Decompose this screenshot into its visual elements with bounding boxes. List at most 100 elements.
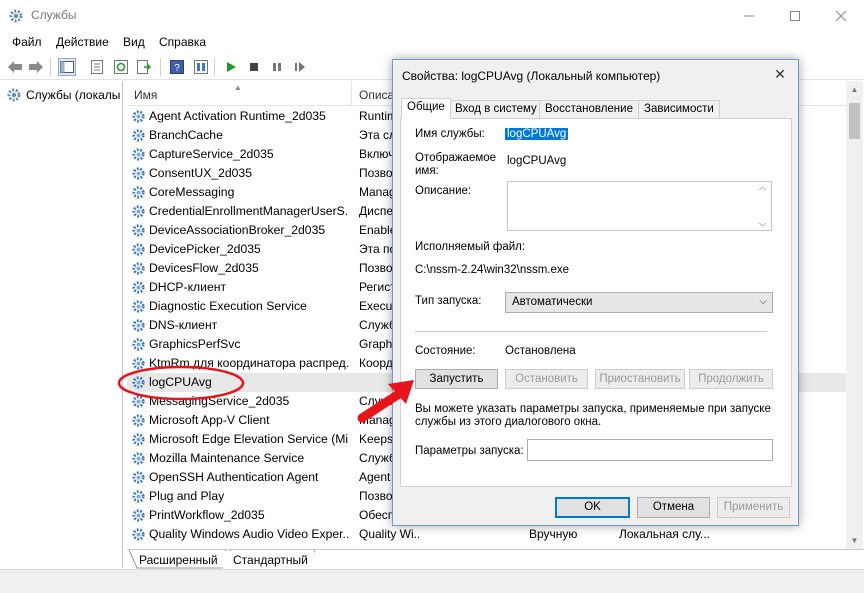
refresh-button[interactable]: [112, 58, 130, 76]
tab-general[interactable]: Общие: [401, 98, 451, 119]
service-name: DevicePicker_2d035: [149, 242, 261, 256]
toolbar-separator: [160, 58, 161, 76]
service-row[interactable]: Quality Windows Audio Video Exper... Qual…: [127, 525, 847, 544]
scroll-down-icon[interactable]: ▼: [846, 532, 863, 549]
service-name: Microsoft Edge Elevation Service (Mi...: [149, 432, 349, 446]
service-name: GraphicsPerfSvc: [149, 337, 241, 351]
service-properties-dialog: Свойства: logCPUAvg (Локальный компьютер…: [392, 59, 799, 526]
maximize-icon: [790, 10, 800, 21]
gear-icon: [131, 299, 146, 314]
gear-icon: [131, 489, 146, 504]
forward-button[interactable]: [27, 58, 45, 76]
gear-icon: [131, 470, 146, 485]
tab-logon[interactable]: Вход в систему: [449, 100, 543, 118]
gear-icon: [131, 109, 146, 124]
gear-icon: [131, 147, 146, 162]
service-name: logCPUAvg: [149, 375, 212, 389]
back-arrow-icon: [8, 61, 22, 73]
gear-icon: [131, 318, 146, 333]
service-name: CoreMessaging: [149, 185, 235, 199]
resume-button[interactable]: Продолжить: [689, 369, 773, 389]
display-name-value[interactable]: logCPUAvg: [507, 155, 566, 167]
scrollbar-thumb[interactable]: [849, 103, 860, 139]
menu-file[interactable]: Файл: [12, 35, 42, 49]
general-tab-panel: Имя службы: logCPUAvg Отображаемое имя: …: [400, 118, 792, 487]
dialog-title: Свойства: logCPUAvg (Локальный компьютер…: [402, 69, 661, 83]
executable-label: Исполняемый файл:: [415, 241, 526, 253]
list-vertical-scrollbar[interactable]: ▲ ▼: [846, 81, 863, 549]
description-label: Описание:: [415, 185, 472, 197]
service-name: KtmRm для координатора распред...: [149, 356, 349, 370]
scroll-up-icon[interactable]: ▲: [846, 81, 863, 98]
apply-button[interactable]: Применить: [717, 497, 790, 518]
stop-button[interactable]: Остановить: [505, 369, 588, 389]
pause-button[interactable]: Приостановить: [595, 369, 685, 389]
tree-item-label: Службы (локалы: [26, 88, 121, 102]
export-list-button[interactable]: [135, 58, 153, 76]
view-button[interactable]: [192, 58, 210, 76]
service-logon-as: Локальная слу...: [619, 527, 710, 541]
window-titlebar: Службы: [0, 0, 864, 31]
service-name: PrintWorkflow_2d035: [149, 508, 265, 522]
service-name: DevicesFlow_2d035: [149, 261, 259, 275]
gear-icon: [131, 242, 146, 257]
start-params-input[interactable]: [527, 439, 773, 461]
start-service-button[interactable]: [222, 58, 240, 76]
tab-standard[interactable]: Стандартный: [223, 551, 314, 569]
list-icon: [91, 60, 103, 74]
minimize-button[interactable]: [726, 0, 772, 31]
service-name: Mozilla Maintenance Service: [149, 451, 305, 465]
menu-view[interactable]: Вид: [123, 35, 145, 49]
divider: [415, 331, 767, 332]
show-hide-console-tree-button[interactable]: [58, 58, 76, 76]
tree-item-services-local[interactable]: Службы (локалы: [6, 87, 120, 103]
window-title: Службы: [31, 8, 77, 22]
menu-help[interactable]: Справка: [159, 35, 206, 49]
scroll-arrows-icon: [758, 186, 767, 227]
help-button[interactable]: ?: [168, 58, 186, 76]
ok-button[interactable]: OK: [555, 497, 630, 518]
description-scrollbar[interactable]: [754, 182, 771, 230]
gear-icon: [131, 451, 146, 466]
refresh-icon: [114, 60, 128, 74]
pause-service-button[interactable]: [268, 58, 286, 76]
gear-icon: [131, 413, 146, 428]
gear-icon: [7, 88, 21, 102]
minimize-icon: [744, 15, 754, 16]
description-textarea[interactable]: [507, 181, 772, 231]
properties-list-button[interactable]: [88, 58, 106, 76]
service-name: DeviceAssociationBroker_2d035: [149, 223, 326, 237]
start-button[interactable]: Запустить: [415, 369, 498, 389]
stop-service-button[interactable]: [245, 58, 263, 76]
cancel-button[interactable]: Отмена: [637, 497, 710, 518]
close-button[interactable]: [818, 0, 864, 31]
close-icon: [836, 10, 846, 21]
maximize-button[interactable]: [772, 0, 818, 31]
startup-type-select[interactable]: Автоматически ⌵: [505, 292, 773, 313]
service-name: CaptureService_2d035: [149, 147, 274, 161]
play-icon: [227, 62, 236, 72]
grid-view-icon: [194, 60, 208, 74]
restart-service-button[interactable]: [291, 58, 309, 76]
gear-icon: [131, 185, 146, 200]
service-name: ConsentUX_2d035: [149, 166, 252, 180]
chevron-down-icon: ⌵: [759, 296, 767, 307]
tab-extended[interactable]: Расширенный: [129, 551, 224, 569]
toolbar-separator: [50, 58, 51, 76]
pause-icon: [273, 63, 281, 71]
menu-bar: Файл Действие Вид Справка: [0, 31, 864, 53]
view-tabs: Расширенный Стандартный: [127, 549, 864, 569]
executable-path: C:\nssm-2.24\win32\nssm.exe: [415, 264, 570, 276]
service-name-label: Имя службы:: [415, 128, 485, 140]
menu-action[interactable]: Действие: [56, 35, 109, 49]
tab-recovery[interactable]: Восстановление: [539, 100, 639, 118]
service-name: DHCP-клиент: [149, 280, 227, 294]
toolbar-separator: [214, 58, 215, 76]
sort-ascending-icon: ▲: [234, 83, 242, 92]
service-description: Quality Wi...: [359, 527, 419, 541]
back-button[interactable]: [6, 58, 24, 76]
tab-dependencies[interactable]: Зависимости: [638, 100, 720, 118]
gear-icon: [131, 166, 146, 181]
service-name-value[interactable]: logCPUAvg: [505, 128, 569, 140]
dialog-close-icon[interactable]: ✕: [771, 65, 789, 83]
